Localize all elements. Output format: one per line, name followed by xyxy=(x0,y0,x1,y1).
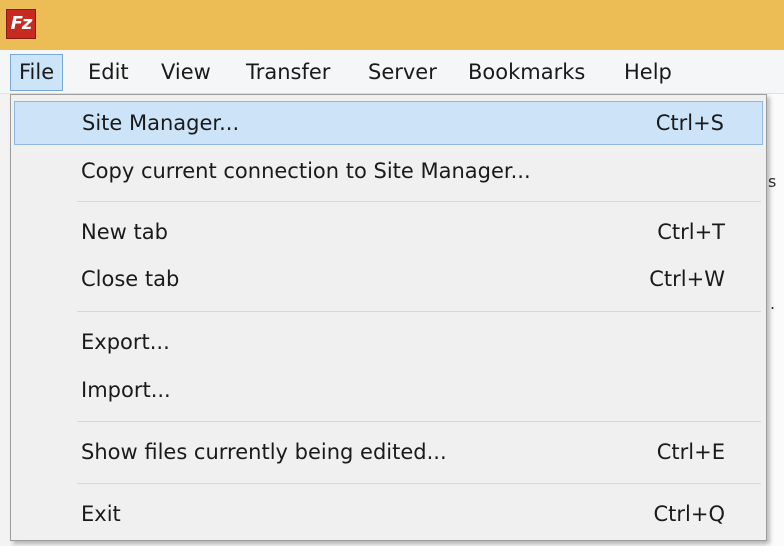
menu-item-exit[interactable]: Exit Ctrl+Q xyxy=(14,492,763,536)
menu-item-label: Import... xyxy=(81,378,171,402)
menu-item-export[interactable]: Export... xyxy=(14,320,763,364)
menu-bar: File Edit View Transfer Server Bookmarks… xyxy=(0,50,784,94)
title-bar: Fz xyxy=(0,0,784,50)
menu-file[interactable]: File xyxy=(10,54,64,91)
menu-item-site-manager[interactable]: Site Manager... Ctrl+S xyxy=(14,101,763,145)
menu-item-label: New tab xyxy=(81,220,168,244)
menu-transfer[interactable]: Transfer xyxy=(238,54,338,91)
menu-server[interactable]: Server xyxy=(360,54,445,91)
menu-separator xyxy=(77,201,761,202)
menu-item-close-tab[interactable]: Close tab Ctrl+W xyxy=(14,257,763,301)
background-window-edge: s . xyxy=(766,94,784,546)
menu-item-label: Copy current connection to Site Manager.… xyxy=(81,159,531,183)
menu-help[interactable]: Help xyxy=(616,54,680,91)
menu-item-shortcut: Ctrl+W xyxy=(649,267,725,291)
menu-item-import[interactable]: Import... xyxy=(14,368,763,412)
menu-item-shortcut: Ctrl+Q xyxy=(653,502,726,526)
menu-item-label: Show files currently being edited... xyxy=(81,440,447,464)
menu-item-label: Exit xyxy=(81,502,121,526)
menu-separator xyxy=(77,311,761,312)
file-menu-dropdown: Site Manager... Ctrl+S Copy current conn… xyxy=(10,94,767,541)
background-partial-dot: . xyxy=(770,294,776,313)
menu-view[interactable]: View xyxy=(153,54,219,91)
filezilla-app-icon[interactable]: Fz xyxy=(6,9,36,39)
menu-item-new-tab[interactable]: New tab Ctrl+T xyxy=(14,210,763,254)
menu-item-copy-connection[interactable]: Copy current connection to Site Manager.… xyxy=(14,149,763,193)
menu-separator xyxy=(77,483,761,484)
menu-item-show-edited-files[interactable]: Show files currently being edited... Ctr… xyxy=(14,430,763,474)
menu-item-label: Site Manager... xyxy=(82,111,240,135)
menu-edit[interactable]: Edit xyxy=(80,54,137,91)
background-partial-text: s xyxy=(768,172,777,191)
menu-item-shortcut: Ctrl+T xyxy=(657,220,725,244)
menu-item-shortcut: Ctrl+E xyxy=(656,440,725,464)
menu-item-shortcut: Ctrl+S xyxy=(655,111,724,135)
menu-separator xyxy=(77,421,761,422)
menu-item-label: Export... xyxy=(81,330,170,354)
menu-bookmarks[interactable]: Bookmarks xyxy=(460,54,593,91)
menu-item-label: Close tab xyxy=(81,267,180,291)
